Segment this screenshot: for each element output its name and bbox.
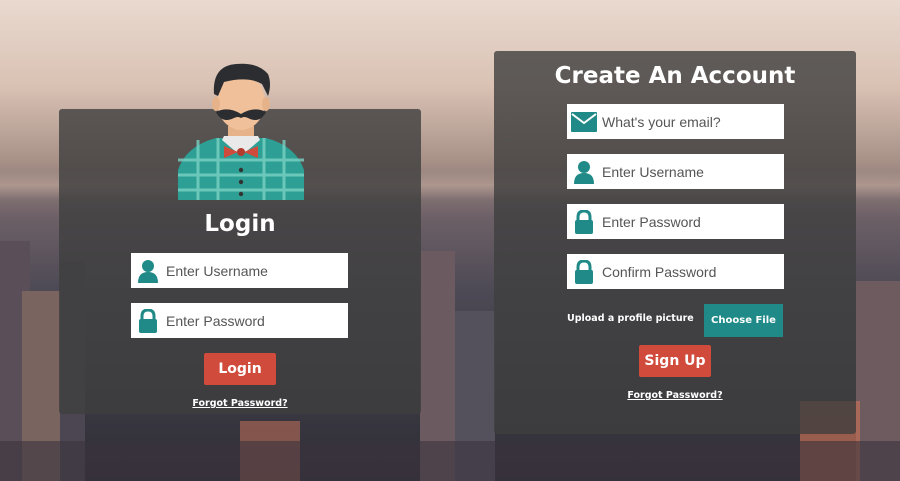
signup-forgot-password-link[interactable]: Forgot Password?	[494, 390, 856, 401]
choose-file-button[interactable]: Choose File	[704, 304, 783, 337]
upload-profile-label: Upload a profile picture	[567, 313, 694, 324]
login-title: Login	[204, 211, 276, 237]
login-username-input[interactable]: Enter Username	[131, 253, 348, 288]
signup-confirm-placeholder: Confirm Password	[602, 263, 717, 280]
signup-username-input[interactable]: Enter Username	[567, 154, 784, 189]
signup-password-input[interactable]: Enter Password	[567, 204, 784, 239]
login-password-input[interactable]: Enter Password	[131, 303, 348, 338]
signup-username-placeholder: Enter Username	[602, 163, 704, 180]
signup-password-placeholder: Enter Password	[602, 213, 701, 230]
login-button[interactable]: Login	[204, 353, 276, 385]
signup-title: Create An Account	[554, 63, 796, 89]
lock-icon	[131, 303, 164, 338]
lock-icon	[567, 204, 600, 239]
signup-email-placeholder: What's your email?	[602, 113, 721, 130]
envelope-icon	[567, 104, 600, 139]
signup-confirm-password-input[interactable]: Confirm Password	[567, 254, 784, 289]
login-password-placeholder: Enter Password	[166, 312, 265, 329]
hipster-avatar-icon	[178, 60, 304, 200]
signup-button[interactable]: Sign Up	[639, 345, 711, 377]
login-forgot-password-link[interactable]: Forgot Password?	[59, 398, 421, 409]
user-icon	[567, 154, 600, 189]
login-username-placeholder: Enter Username	[166, 262, 268, 279]
user-icon	[131, 253, 164, 288]
lock-icon	[567, 254, 600, 289]
signup-email-input[interactable]: What's your email?	[567, 104, 784, 139]
